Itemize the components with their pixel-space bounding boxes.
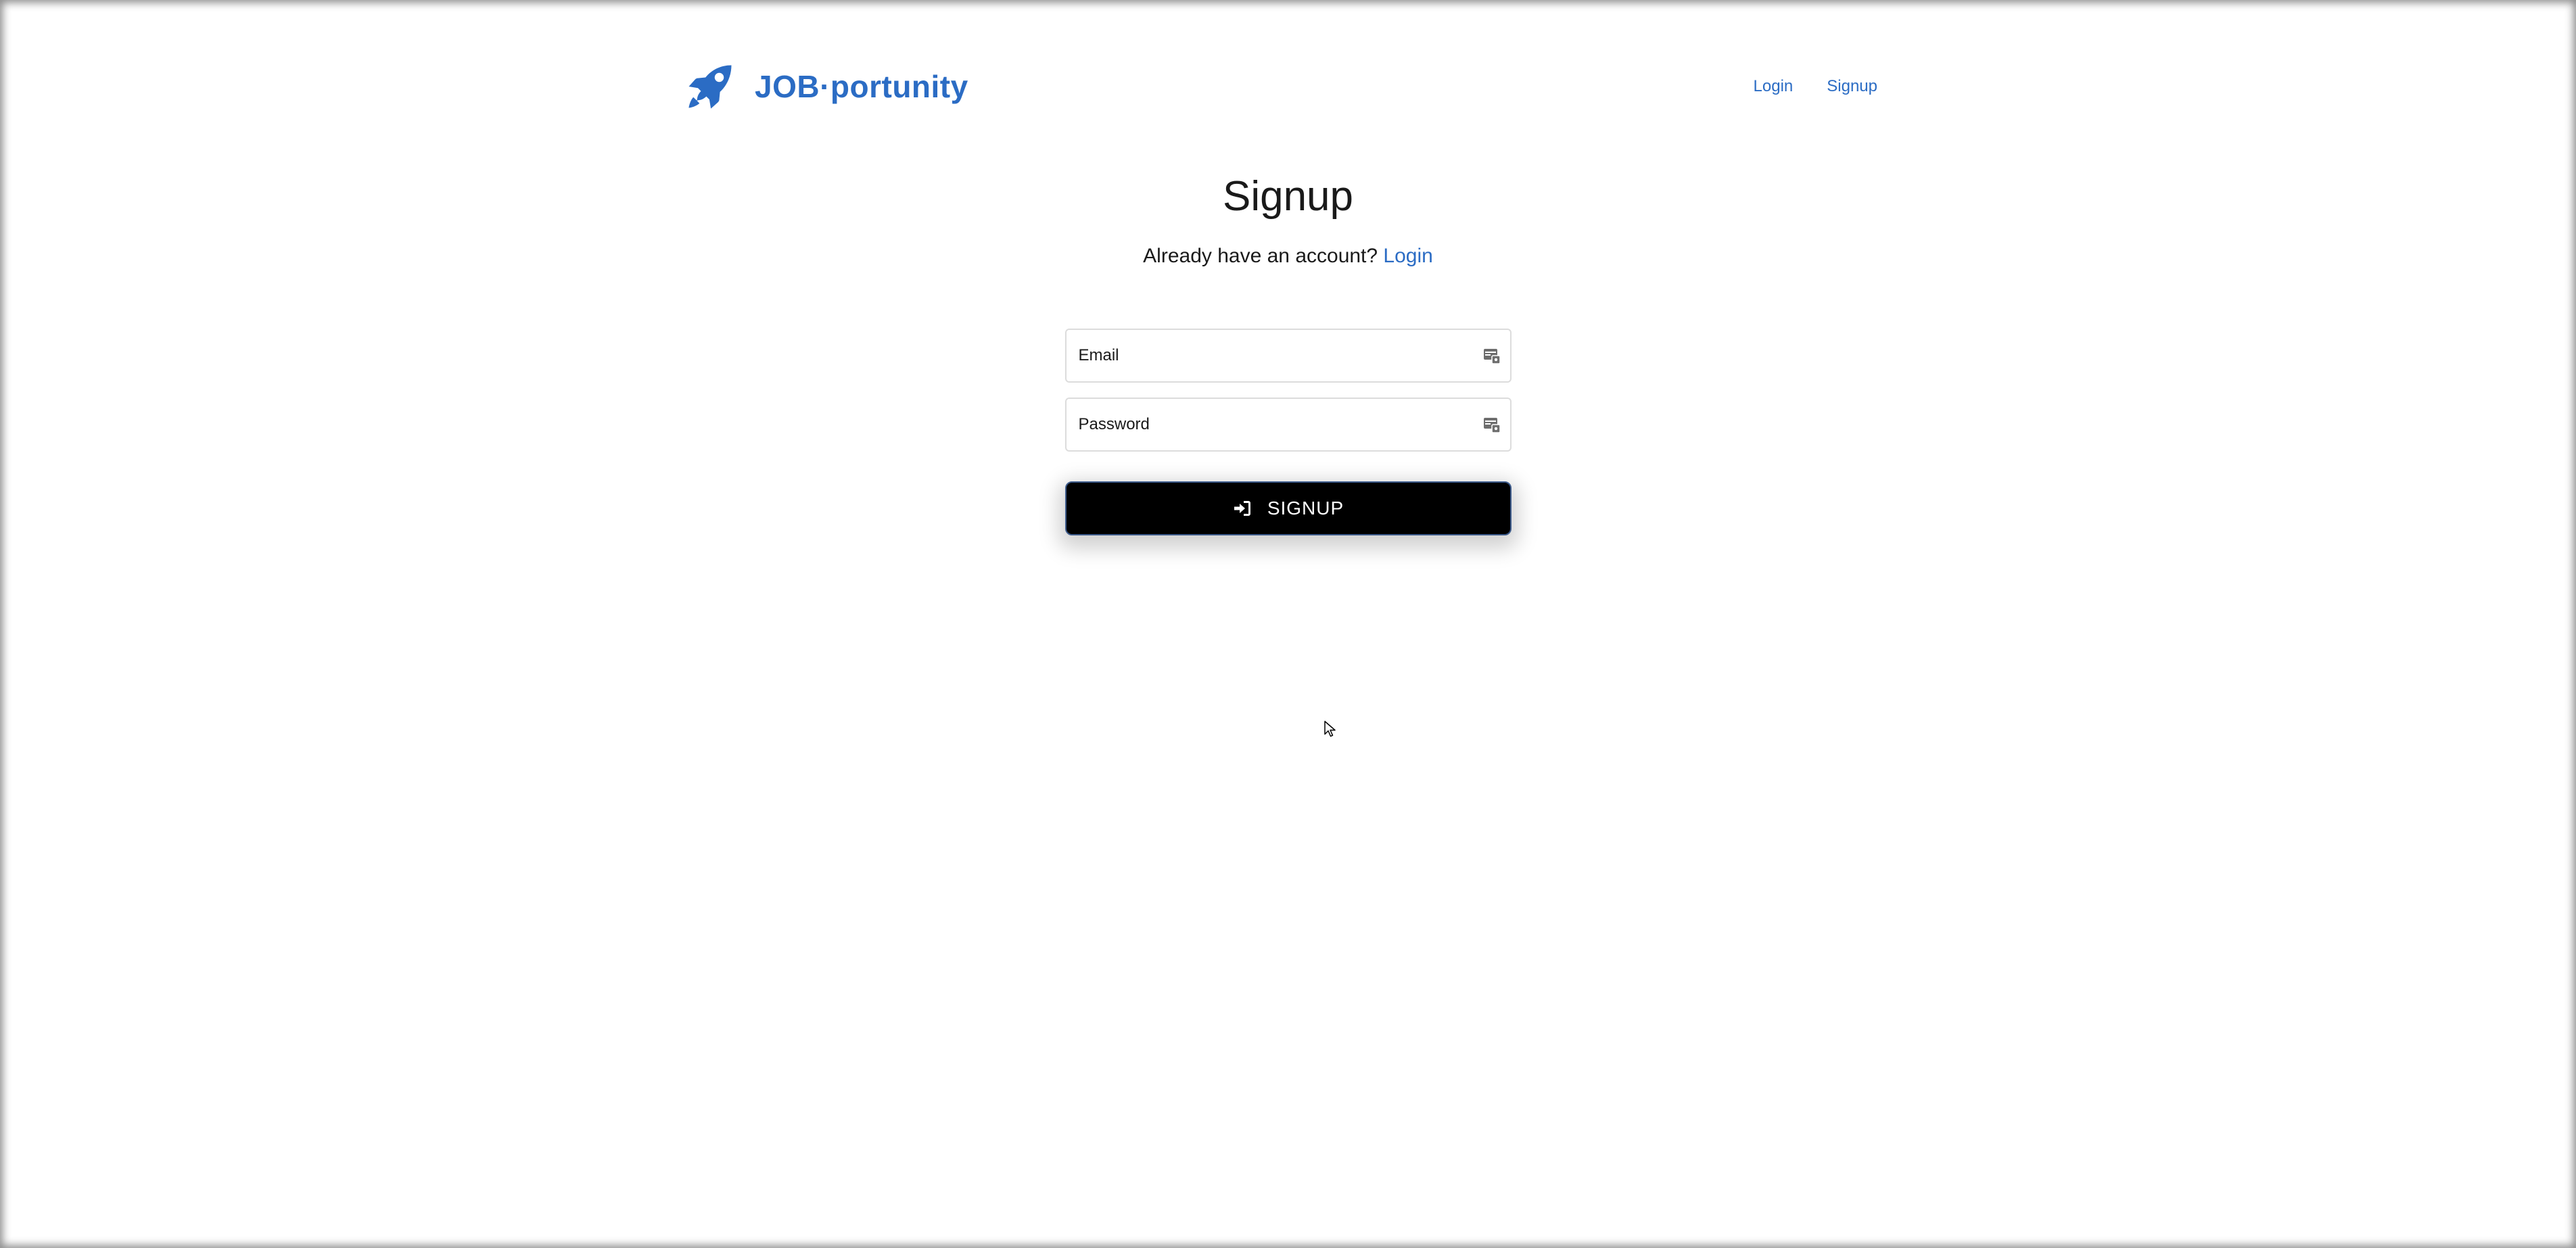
signup-section: Signup Already have an account? Login Em…	[0, 169, 2576, 535]
nav-signup-link[interactable]: Signup	[1827, 77, 1877, 96]
email-field[interactable]	[1066, 330, 1510, 381]
brand-link[interactable]: JOB·portunity	[686, 62, 968, 111]
password-field-wrapper	[1064, 398, 1512, 452]
signup-form: SIGNUP	[1064, 329, 1512, 535]
site-header: JOB·portunity Login Signup	[686, 59, 1883, 114]
top-nav: Login Signup	[1754, 77, 1877, 96]
signup-button[interactable]: SIGNUP	[1064, 481, 1512, 535]
rocket-icon	[686, 62, 734, 111]
brand-name: JOB·portunity	[755, 69, 968, 104]
login-prompt-link[interactable]: Login	[1383, 245, 1432, 267]
signup-button-label: SIGNUP	[1267, 498, 1344, 519]
email-field-wrapper	[1064, 329, 1512, 383]
mouse-cursor-icon	[1324, 721, 1336, 738]
login-prompt-text: Already have an account?	[1143, 245, 1384, 267]
password-field[interactable]	[1066, 399, 1510, 450]
sign-in-icon	[1232, 498, 1252, 519]
nav-login-link[interactable]: Login	[1754, 77, 1794, 96]
password-manager-icon[interactable]	[1483, 416, 1501, 433]
password-manager-icon[interactable]	[1483, 347, 1501, 364]
page-title: Signup	[1222, 173, 1354, 220]
login-prompt: Already have an account? Login	[1143, 245, 1433, 268]
